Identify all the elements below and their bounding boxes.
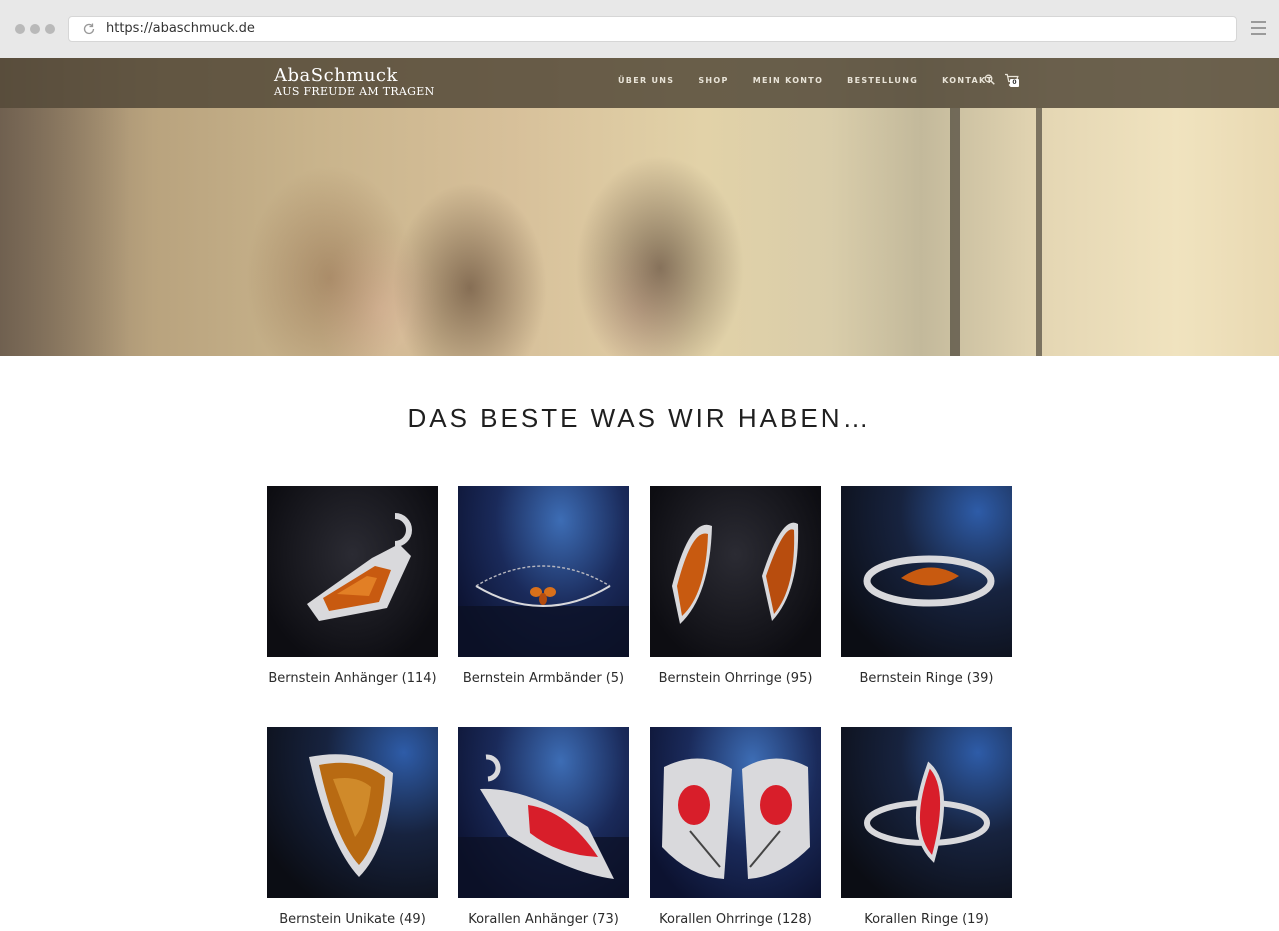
window-maximize-button[interactable] [45,24,55,34]
category-label[interactable]: Korallen Ohrringe (128) [630,912,841,927]
nav-item-shop[interactable]: SHOP [698,76,728,85]
category-label[interactable]: Korallen Anhänger (73) [438,912,649,927]
category-label[interactable]: Bernstein Ringe (39) [821,671,1032,686]
browser-toolbar: https://abaschmuck.de [0,0,1279,58]
category-label[interactable]: Bernstein Anhänger (114) [247,671,458,686]
browser-menu-icon[interactable] [1251,21,1266,37]
nav-item-bestellung[interactable]: BESTELLUNG [847,76,918,85]
window-minimize-button[interactable] [30,24,40,34]
category-label[interactable]: Bernstein Unikate (49) [247,912,458,927]
category-image[interactable] [841,486,1012,657]
site-header: AbaSchmuck AUS FREUDE AM TRAGEN ÜBER UNS… [0,58,1279,108]
category-label[interactable]: Bernstein Ohrringe (95) [630,671,841,686]
nav-item-ueber-uns[interactable]: ÜBER UNS [618,76,674,85]
search-icon[interactable] [984,74,995,85]
nav-item-mein-konto[interactable]: MEIN KONTO [753,76,823,85]
reload-icon[interactable] [82,22,96,36]
url-text[interactable]: https://abaschmuck.de [106,21,255,36]
category-image[interactable] [650,486,821,657]
main-nav: ÜBER UNS SHOP MEIN KONTO BESTELLUNG KONT… [618,76,1017,85]
site-tagline: AUS FREUDE AM TRAGEN [274,85,435,98]
cart-count-badge: 0 [1010,79,1019,87]
category-image[interactable] [458,486,629,657]
address-bar[interactable]: https://abaschmuck.de [68,16,1237,42]
category-image[interactable] [650,727,821,898]
category-image[interactable] [458,727,629,898]
category-label[interactable]: Korallen Ringe (19) [821,912,1032,927]
window-controls [15,24,55,34]
category-label[interactable]: Bernstein Armbänder (5) [438,671,649,686]
hero-banner: AbaSchmuck AUS FREUDE AM TRAGEN ÜBER UNS… [0,58,1279,356]
site-logo[interactable]: AbaSchmuck [274,65,398,86]
category-image[interactable] [267,486,438,657]
window-close-button[interactable] [15,24,25,34]
section-title: DAS BESTE WAS WIR HABEN… [407,403,872,433]
category-image[interactable] [841,727,1012,898]
category-image[interactable] [267,727,438,898]
